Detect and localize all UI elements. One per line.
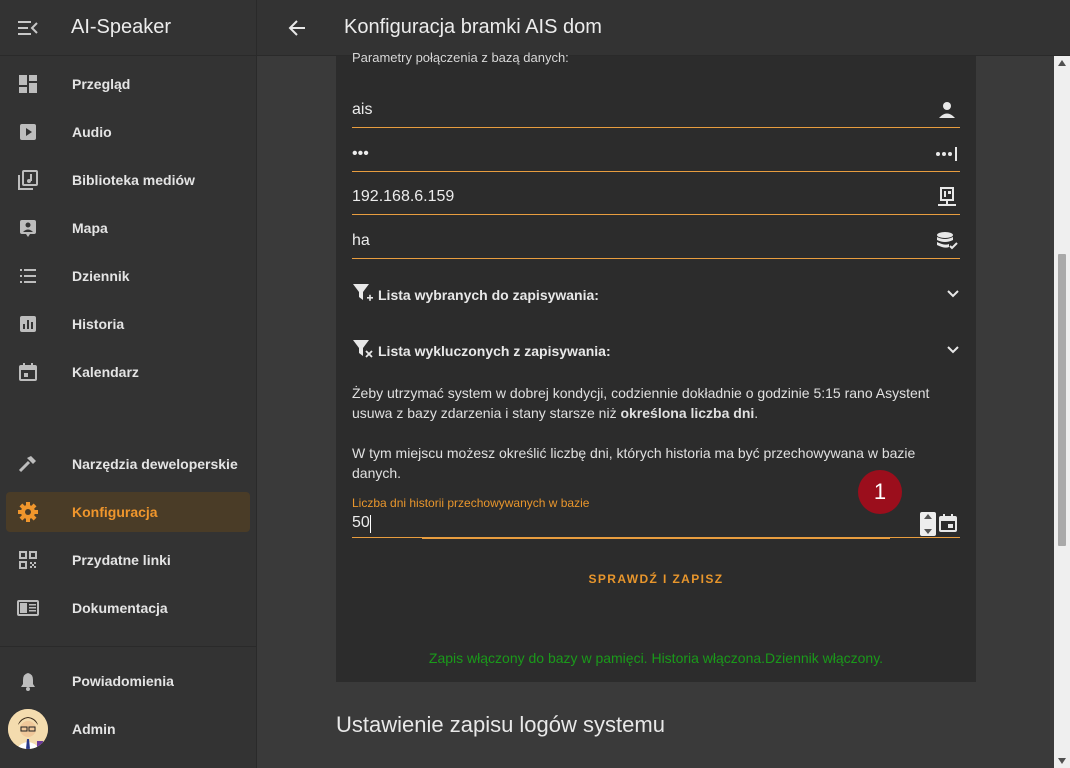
db-host-field[interactable]: 192.168.6.159 xyxy=(352,179,960,215)
sidebar-item-label: Kalendarz xyxy=(72,364,139,380)
calendar-icon xyxy=(6,362,50,382)
sidebar-item-historia[interactable]: Historia xyxy=(6,304,250,344)
bell-icon xyxy=(6,671,50,691)
db-name-field[interactable]: ha xyxy=(352,223,960,259)
sidebar-item-narzedzia[interactable]: Narzędzia deweloperskie xyxy=(6,444,250,484)
filter-plus-icon xyxy=(352,282,374,309)
sidebar-item-label: Przegląd xyxy=(72,76,131,92)
password-dots-icon xyxy=(934,146,960,161)
sidebar-item-admin[interactable]: Admin xyxy=(6,709,250,749)
dashboard-icon xyxy=(6,74,50,94)
step-badge: 1 xyxy=(858,470,902,514)
avatar xyxy=(8,709,48,749)
gear-icon xyxy=(6,501,50,523)
ip-network-icon xyxy=(934,186,960,207)
sidebar-header: AI-Speaker xyxy=(0,0,256,56)
scroll-up-icon[interactable] xyxy=(1058,60,1066,66)
sidebar-item-label: Konfiguracja xyxy=(72,504,158,520)
sidebar-item-label: Przydatne linki xyxy=(72,552,171,568)
top-bar: Konfiguracja bramki AIS dom xyxy=(257,0,1070,56)
sidebar-item-przydatne-linki[interactable]: Przydatne linki xyxy=(6,540,250,580)
sidebar-item-label: Audio xyxy=(72,124,112,140)
account-box-icon xyxy=(6,218,50,238)
text-caret xyxy=(370,515,371,533)
sidebar-item-przeglad[interactable]: Przegląd xyxy=(6,64,250,104)
sidebar-item-biblioteka[interactable]: Biblioteka mediów xyxy=(6,160,250,200)
sidebar-item-konfiguracja[interactable]: Konfiguracja xyxy=(6,492,250,532)
page-scrollbar[interactable] xyxy=(1054,56,1070,768)
section-title: Ustawienie zapisu logów systemu xyxy=(336,712,665,737)
retention-description: Żeby utrzymać system w dobrej kondycji, … xyxy=(352,385,930,421)
app-title: AI-Speaker xyxy=(71,16,172,38)
play-box-icon xyxy=(6,122,50,142)
db-params-label: Parametry połączenia z bazą danych: xyxy=(352,50,569,65)
sidebar-item-label: Narzędzia deweloperskie xyxy=(72,456,238,472)
db-password-field[interactable]: ••• xyxy=(352,136,960,172)
sidebar: AI-Speaker Przegląd Audio Biblioteka med… xyxy=(0,0,257,768)
chart-box-icon xyxy=(6,314,50,334)
retention-hint: W tym miejscu możesz określić liczbę dni… xyxy=(352,445,916,481)
menu-collapse-icon[interactable] xyxy=(0,20,56,36)
calendar-icon xyxy=(938,513,958,538)
scrollbar-thumb[interactable] xyxy=(1058,254,1066,546)
book-icon xyxy=(6,598,50,618)
gateway-config-card: Parametry połączenia z bazą danych: ais … xyxy=(336,50,976,682)
sidebar-item-powiadomienia[interactable]: Powiadomienia xyxy=(6,661,250,701)
status-message: Zapis włączony do bazy w pamięci. Histor… xyxy=(428,650,884,666)
number-spinner[interactable] xyxy=(920,512,936,536)
hammer-icon xyxy=(6,454,50,474)
sidebar-item-kalendarz[interactable]: Kalendarz xyxy=(6,352,250,392)
sidebar-item-label: Powiadomienia xyxy=(72,673,174,689)
focus-underline xyxy=(422,537,890,539)
days-input[interactable]: 50 xyxy=(352,512,960,539)
days-value: 50 xyxy=(352,514,370,531)
check-and-save-button[interactable]: SPRAWDŹ I ZAPISZ xyxy=(336,572,976,586)
include-list-label: Lista wybranych do zapisywania: xyxy=(378,287,599,303)
account-icon xyxy=(934,101,960,119)
exclude-list-expander[interactable]: Lista wykluczonych z zapisywania: xyxy=(352,331,960,371)
back-arrow-icon[interactable] xyxy=(257,19,337,36)
qr-code-icon xyxy=(6,550,50,570)
filter-remove-icon xyxy=(352,338,374,365)
list-icon xyxy=(6,266,50,286)
include-list-expander[interactable]: Lista wybranych do zapisywania: xyxy=(352,275,960,315)
sidebar-item-label: Mapa xyxy=(72,220,108,236)
sidebar-item-label: Dokumentacja xyxy=(72,600,168,616)
spin-down-icon xyxy=(924,529,932,534)
chevron-down-icon[interactable] xyxy=(946,286,960,304)
scroll-down-icon[interactable] xyxy=(1058,758,1066,764)
sidebar-item-label: Admin xyxy=(72,721,116,737)
sidebar-item-label: Biblioteka mediów xyxy=(72,172,195,188)
sidebar-item-dziennik[interactable]: Dziennik xyxy=(6,256,250,296)
database-check-icon xyxy=(934,231,960,251)
music-library-icon xyxy=(6,170,50,190)
db-host-value: 192.168.6.159 xyxy=(352,187,455,205)
sidebar-divider xyxy=(0,646,257,647)
page-title: Konfiguracja bramki AIS dom xyxy=(344,16,602,38)
sidebar-item-dokumentacja[interactable]: Dokumentacja xyxy=(6,588,250,628)
sidebar-item-mapa[interactable]: Mapa xyxy=(6,208,250,248)
days-field-label: Liczba dni historii przechowywanych w ba… xyxy=(352,496,590,510)
db-user-field[interactable]: ais xyxy=(352,92,960,128)
spin-up-icon xyxy=(924,514,932,519)
sidebar-item-label: Dziennik xyxy=(72,268,130,284)
exclude-list-label: Lista wykluczonych z zapisywania: xyxy=(378,343,611,359)
sidebar-item-audio[interactable]: Audio xyxy=(6,112,250,152)
sidebar-item-label: Historia xyxy=(72,316,125,332)
db-password-value: ••• xyxy=(352,144,369,162)
db-user-value: ais xyxy=(352,100,373,118)
chevron-down-icon[interactable] xyxy=(946,342,960,360)
db-name-value: ha xyxy=(352,231,370,249)
